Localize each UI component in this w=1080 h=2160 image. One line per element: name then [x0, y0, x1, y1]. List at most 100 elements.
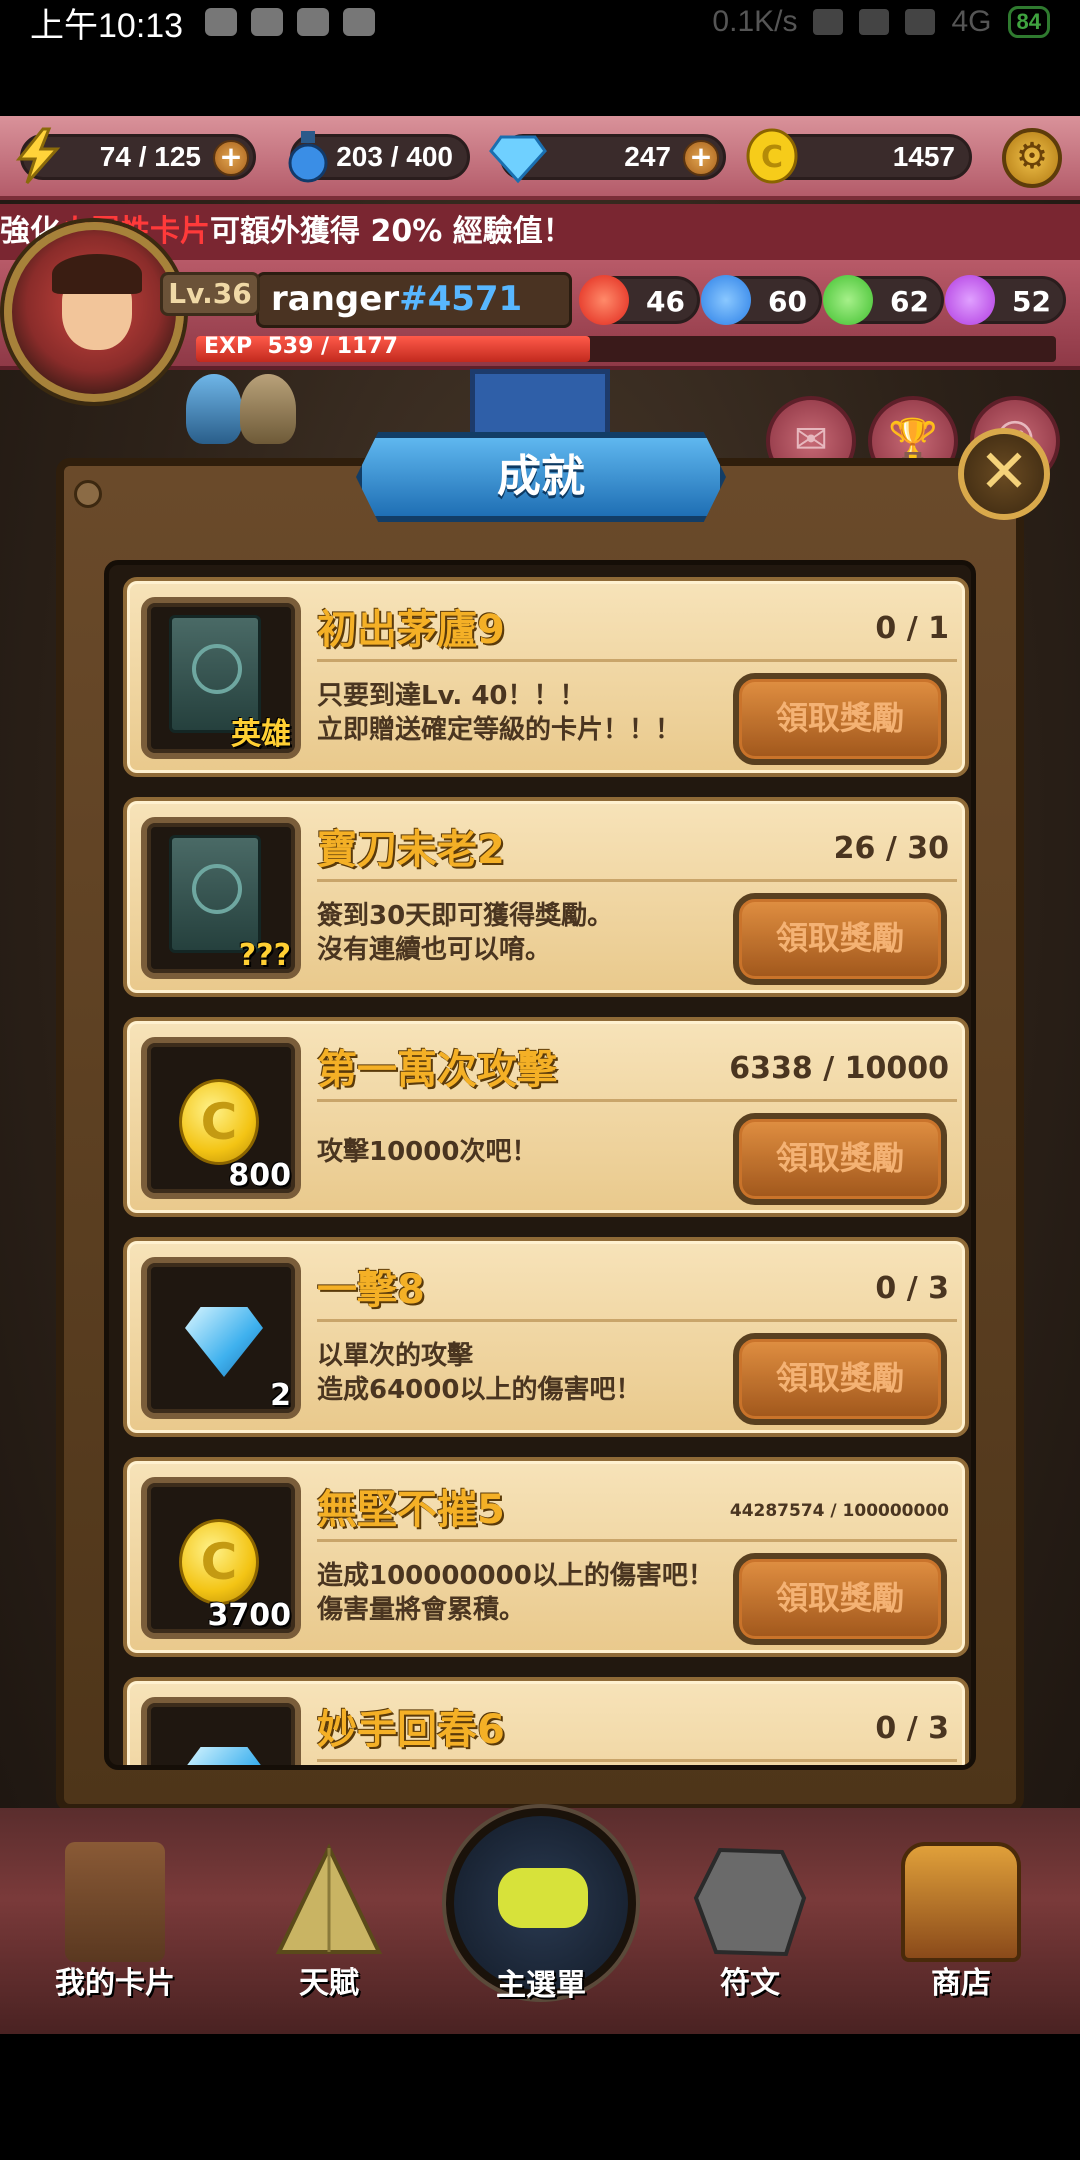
- achievement-title: 妙手回春6: [317, 1707, 505, 1753]
- rank-badge-icon[interactable]: [186, 374, 242, 444]
- divider: [317, 659, 957, 662]
- water-orb-icon: [701, 275, 751, 325]
- achievement-title: 無堅不摧5: [317, 1487, 505, 1533]
- claim-reward-button[interactable]: 領取獎勵: [733, 1553, 947, 1645]
- dark-value: 52: [1012, 285, 1051, 318]
- claim-reward-button[interactable]: 領取獎勵: [733, 1333, 947, 1425]
- treasure-chest-icon: [901, 1842, 1021, 1962]
- reward-thumbnail: C 3700: [141, 1477, 301, 1639]
- achievement-item: 妙手回春6 0 / 3: [123, 1677, 969, 1765]
- resource-bar: 74 / 125 + 203 / 400 247 + C 1457 ⚙: [0, 116, 1080, 200]
- reward-thumbnail: C 800: [141, 1037, 301, 1199]
- achievement-list[interactable]: 英雄 初出茅廬9 0 / 1 只要到達Lv. 40！！！ 立即贈送確定等級的卡片！…: [104, 560, 976, 1770]
- stamina-value: 74 / 125: [99, 141, 201, 172]
- reward-amount: 2: [270, 1378, 291, 1413]
- fire-orb-icon: [579, 275, 629, 325]
- card-emblem: [192, 864, 242, 914]
- achievement-title: 初出茅廬9: [317, 607, 505, 653]
- add-stamina-button[interactable]: +: [213, 140, 249, 176]
- claim-reward-button[interactable]: 領取獎勵: [733, 893, 947, 985]
- wood-orb-icon: [823, 275, 873, 325]
- achievement-progress: 26 / 30: [833, 831, 949, 866]
- fire-value: 46: [646, 285, 685, 318]
- bottom-band: [0, 2034, 1080, 2160]
- exp-label-text: EXP: [204, 334, 253, 359]
- wood-value: 62: [890, 285, 929, 318]
- achievement-item: C 800 第一萬次攻擊 6338 / 10000 攻擊10000次吧！ 領取獎…: [123, 1017, 969, 1217]
- claim-reward-button[interactable]: 領取獎勵: [733, 673, 947, 765]
- nav-my-cards[interactable]: 我的卡片: [20, 1832, 210, 2022]
- net-speed: 0.1K/s: [712, 5, 798, 38]
- nav-main-menu-label: 主選單: [496, 1968, 586, 2003]
- panel-title: 成就: [497, 451, 585, 502]
- tip-banner: 強化火屬性卡片可額外獲得 20% 經驗值！: [0, 204, 1080, 260]
- gold-counter: C 1457: [746, 128, 972, 184]
- desc-line-1: 攻擊10000次吧！: [317, 1137, 538, 1167]
- divider: [317, 1099, 957, 1102]
- reward-amount: 800: [228, 1158, 291, 1193]
- pyramid-icon: [275, 1843, 383, 1954]
- card-deck-icon: [65, 1842, 165, 1962]
- achievement-title: 一擊8: [317, 1267, 425, 1313]
- divider: [317, 1539, 957, 1542]
- desc-line-2: 造成64000以上的傷害吧！: [317, 1375, 642, 1405]
- rivet-icon: [74, 480, 102, 508]
- fire-element: 46: [579, 275, 700, 325]
- tip-suffix: 可額外獲得 20% 經驗值！: [210, 214, 573, 249]
- settings-gear-button[interactable]: ⚙: [1002, 128, 1062, 188]
- dark-element: 52: [945, 275, 1066, 325]
- potion-icon: [288, 131, 328, 183]
- desc-line-1: 簽到30天即可獲得獎勵。: [317, 901, 614, 931]
- lightning-icon: [15, 127, 61, 184]
- wood-element: 62: [823, 275, 944, 325]
- potion-value: 203 / 400: [336, 141, 453, 172]
- rune-stone-icon: [693, 1847, 807, 1957]
- nav-label: 天賦: [299, 1966, 359, 2001]
- nav-shop[interactable]: 商店: [866, 1832, 1056, 2022]
- notification-icons: [205, 8, 376, 36]
- desc-line-1: 造成100000000以上的傷害吧！: [317, 1561, 714, 1591]
- top-band: [0, 44, 1080, 116]
- achievement-progress: 0 / 1: [875, 611, 949, 646]
- reward-thumbnail: [141, 1697, 301, 1765]
- shield-icon: [297, 8, 330, 36]
- desc-line-2: 傷害量將會累積。: [317, 1595, 526, 1625]
- achievement-desc: 以單次的攻擊造成64000以上的傷害吧！: [317, 1339, 737, 1407]
- water-element: 60: [701, 275, 822, 325]
- reward-amount: 英雄: [231, 717, 291, 752]
- element-counters: 46 60 62 52: [579, 275, 1066, 325]
- desc-line-1: 以單次的攻擊: [317, 1341, 474, 1371]
- player-uid: #4571: [399, 279, 523, 319]
- signal-icon: [905, 9, 936, 35]
- achievement-progress: 6338 / 10000: [729, 1051, 949, 1086]
- status-bar: 上午10:13 0.1K/s 4G 84: [0, 0, 1080, 45]
- reward-thumbnail: ???: [141, 817, 301, 979]
- achievement-item: 2 一擊8 0 / 3 以單次的攻擊 造成64000以上的傷害吧！ 領取獎勵: [123, 1237, 969, 1437]
- player-avatar[interactable]: [4, 222, 184, 402]
- achievement-desc: 造成100000000以上的傷害吧！ 傷害量將會累積。: [317, 1559, 737, 1627]
- add-gems-button[interactable]: +: [683, 140, 719, 176]
- wechat-icon: [251, 8, 284, 36]
- nav-label: 符文: [720, 1966, 780, 2001]
- medal-badge-icon[interactable]: [240, 374, 296, 444]
- achievement-title: 寶刀未老2: [317, 827, 505, 873]
- claim-reward-button[interactable]: 領取獎勵: [733, 1113, 947, 1205]
- achievement-desc: 只要到達Lv. 40！！！ 立即贈送確定等級的卡片！！！: [317, 679, 737, 747]
- avatar-hair: [52, 254, 142, 294]
- gem-counter: 247 +: [489, 134, 726, 184]
- diamond-icon: [185, 1307, 263, 1377]
- close-button[interactable]: ✕: [958, 428, 1050, 520]
- card-emblem: [192, 644, 242, 694]
- water-value: 60: [768, 285, 807, 318]
- gold-coin-icon: C: [179, 1519, 259, 1605]
- exp-label: EXP 539 / 1177: [204, 334, 398, 359]
- nav-runes[interactable]: 符文: [655, 1832, 845, 2022]
- achievement-progress: 0 / 3: [875, 1711, 949, 1746]
- stamina-counter: 74 / 125 +: [15, 127, 256, 184]
- achievement-item: ??? 寶刀未老2 26 / 30 簽到30天即可獲得獎勵。 沒有連續也可以唷。 …: [123, 797, 969, 997]
- divider: [317, 879, 957, 882]
- achievement-item: 英雄 初出茅廬9 0 / 1 只要到達Lv. 40！！！ 立即贈送確定等級的卡片！…: [123, 577, 969, 777]
- nav-talent[interactable]: 天賦: [234, 1832, 424, 2022]
- reward-thumbnail: 2: [141, 1257, 301, 1419]
- dark-orb-icon: [945, 275, 995, 325]
